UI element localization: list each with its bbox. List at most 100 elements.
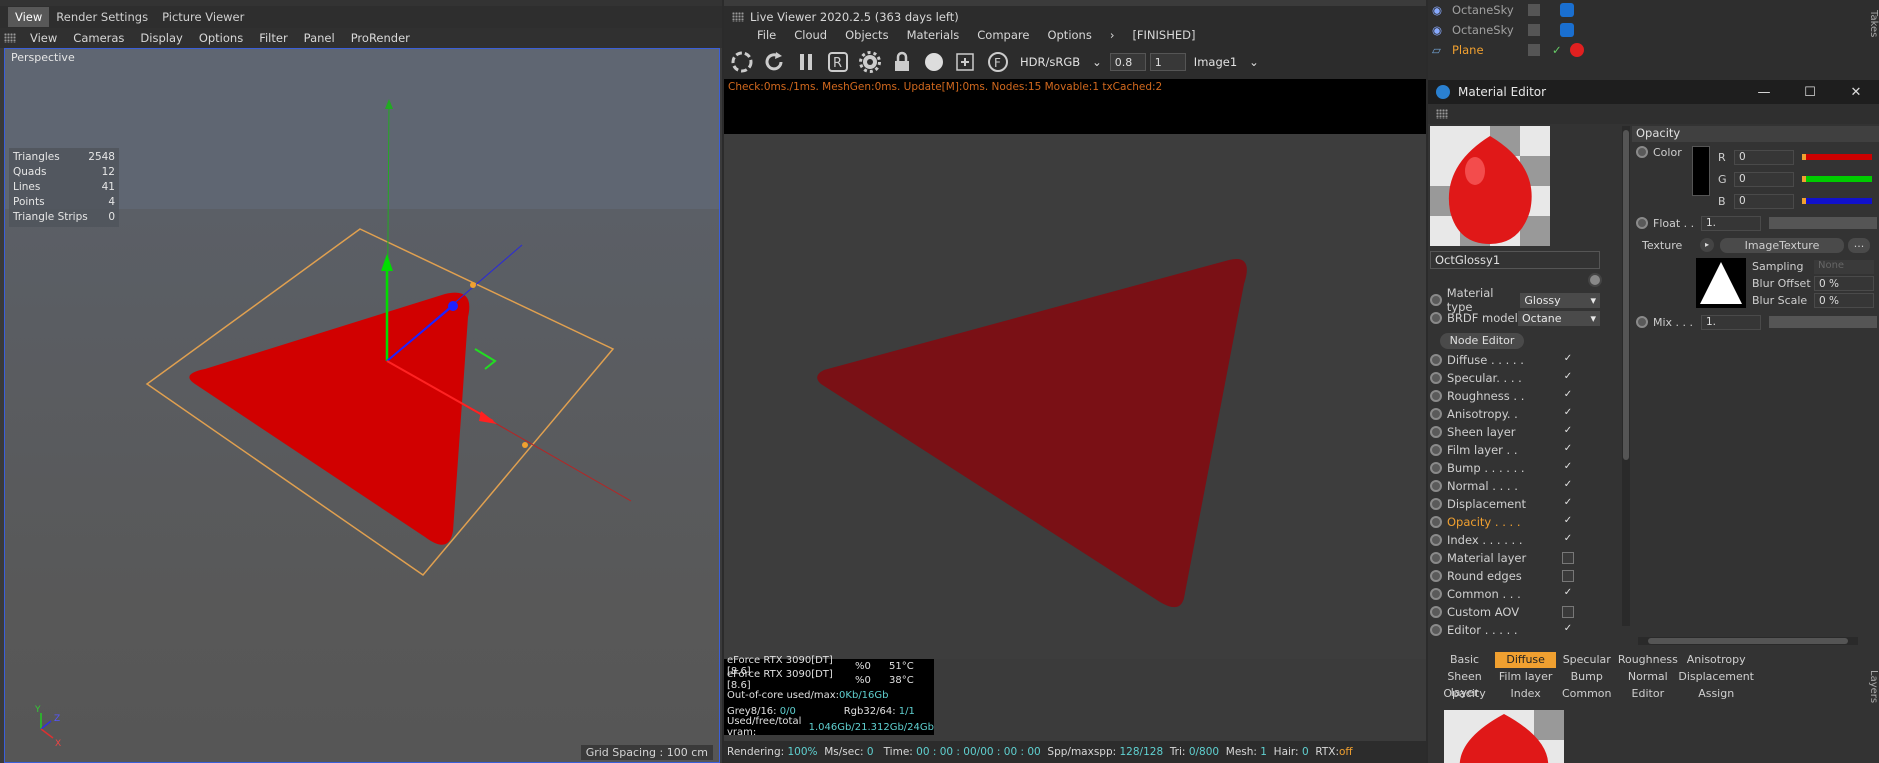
channel-row[interactable]: Bump . . . . . . ✓ xyxy=(1430,459,1608,477)
radio-icon[interactable] xyxy=(1636,217,1648,229)
image-select[interactable]: Image1 xyxy=(1190,55,1241,69)
channel-checkbox[interactable]: ✓ xyxy=(1562,354,1574,366)
menu-options[interactable]: Options xyxy=(1038,28,1100,42)
radio-icon[interactable] xyxy=(1430,624,1442,636)
chevron-down-icon[interactable]: ⌄ xyxy=(1088,55,1106,69)
scrollbar-thumb[interactable] xyxy=(1623,130,1629,460)
g-slider[interactable] xyxy=(1802,176,1872,182)
grip-icon[interactable] xyxy=(4,33,16,43)
menu-cameras[interactable]: Cameras xyxy=(65,31,132,45)
menu-compare[interactable]: Compare xyxy=(968,28,1038,42)
channel-checkbox[interactable]: ✓ xyxy=(1562,444,1574,456)
channel-row[interactable]: Round edges xyxy=(1430,567,1608,585)
horizontal-scrollbar[interactable] xyxy=(1638,637,1858,645)
channel-row[interactable]: Sheen layer ✓ xyxy=(1430,423,1608,441)
chevron-down-icon[interactable]: ⌄ xyxy=(1245,55,1263,69)
float-input[interactable]: 1. xyxy=(1701,215,1761,231)
radio-icon[interactable] xyxy=(1430,294,1442,306)
scrollbar[interactable] xyxy=(1622,126,1630,626)
channel-checkbox[interactable]: ✓ xyxy=(1562,462,1574,474)
channel-checkbox[interactable] xyxy=(1562,606,1574,618)
material-tab[interactable]: Common xyxy=(1556,686,1617,702)
channel-checkbox[interactable]: ✓ xyxy=(1562,498,1574,510)
menu-objects[interactable]: Objects xyxy=(836,28,897,42)
material-tab[interactable]: Anisotropy xyxy=(1678,652,1754,668)
material-tag-icon[interactable] xyxy=(1569,43,1584,57)
color-swatch[interactable] xyxy=(1692,146,1710,196)
menu-panel[interactable]: Panel xyxy=(296,31,343,45)
float-slider[interactable] xyxy=(1769,217,1877,229)
object-row[interactable]: ▱ Plane ✓ xyxy=(1432,40,1852,60)
channel-checkbox[interactable] xyxy=(1562,570,1574,582)
r-input[interactable]: 0 xyxy=(1734,149,1794,165)
sampling-dropdown[interactable]: None xyxy=(1814,259,1874,274)
filter-icon[interactable]: F xyxy=(984,48,1012,76)
mix-input[interactable]: 1. xyxy=(1701,314,1761,330)
node-editor-button[interactable]: Node Editor xyxy=(1440,333,1524,349)
scrollbar-thumb[interactable] xyxy=(1648,638,1848,644)
radio-icon[interactable] xyxy=(1636,316,1648,328)
channel-checkbox[interactable]: ✓ xyxy=(1562,372,1574,384)
channel-row[interactable]: Anisotropy. . ✓ xyxy=(1430,405,1608,423)
object-row[interactable]: ◉ OctaneSky xyxy=(1432,20,1852,40)
channel-row[interactable]: Specular. . . . ✓ xyxy=(1430,369,1608,387)
channel-checkbox[interactable]: ✓ xyxy=(1562,534,1574,546)
blur-scale-input[interactable]: 0 % xyxy=(1814,293,1874,308)
channel-checkbox[interactable]: ✓ xyxy=(1562,426,1574,438)
texture-thumbnail[interactable] xyxy=(1696,258,1746,308)
material-name-field[interactable]: OctGlossy1 xyxy=(1430,251,1600,269)
radio-icon[interactable] xyxy=(1430,372,1442,384)
material-tab[interactable]: Specular xyxy=(1556,652,1617,668)
radio-icon[interactable] xyxy=(1430,480,1442,492)
checkmark-icon[interactable]: ✓ xyxy=(1552,43,1562,57)
lock-icon[interactable] xyxy=(888,48,916,76)
side-tab-takes[interactable]: Takes xyxy=(1863,10,1879,37)
b-slider[interactable] xyxy=(1802,198,1872,204)
menu-cloud[interactable]: Cloud xyxy=(785,28,836,42)
radio-icon[interactable] xyxy=(1430,426,1442,438)
material-tab[interactable]: Bump xyxy=(1556,669,1617,685)
material-type-dropdown[interactable]: Glossy ▾ xyxy=(1520,292,1601,308)
grip-icon[interactable] xyxy=(732,12,744,22)
material-tab[interactable]: Assign xyxy=(1678,686,1754,702)
material-tab[interactable]: Displacement xyxy=(1678,669,1754,685)
maximize-icon[interactable]: ☐ xyxy=(1787,85,1833,100)
channel-row[interactable]: Opacity . . . . ✓ xyxy=(1430,513,1608,531)
b-input[interactable]: 0 xyxy=(1734,193,1794,209)
side-tab-layers[interactable]: Layers xyxy=(1863,670,1879,703)
channel-row[interactable]: Roughness . . ✓ xyxy=(1430,387,1608,405)
channel-checkbox[interactable]: ✓ xyxy=(1562,408,1574,420)
blur-offset-input[interactable]: 0 % xyxy=(1814,276,1874,291)
colorspace-select[interactable]: HDR/sRGB xyxy=(1016,55,1084,69)
radio-icon[interactable] xyxy=(1430,390,1442,402)
tab-render-settings[interactable]: Render Settings xyxy=(49,7,155,27)
menu-materials[interactable]: Materials xyxy=(898,28,969,42)
texture-more-button[interactable]: ... xyxy=(1848,237,1870,253)
radio-icon[interactable] xyxy=(1430,354,1442,366)
material-sphere-icon[interactable] xyxy=(920,48,948,76)
radio-icon[interactable] xyxy=(1430,588,1442,600)
channel-checkbox[interactable]: ✓ xyxy=(1562,480,1574,492)
render-output[interactable] xyxy=(724,134,1426,659)
expand-arrow-icon[interactable]: ▸ xyxy=(1700,238,1714,252)
channel-row[interactable]: Common . . . ✓ xyxy=(1430,585,1608,603)
channel-row[interactable]: Diffuse . . . . . ✓ xyxy=(1430,351,1608,369)
material-tab[interactable]: Basic xyxy=(1434,652,1495,668)
pause-icon[interactable] xyxy=(792,48,820,76)
tab-view[interactable]: View xyxy=(8,7,50,27)
pick-icon[interactable] xyxy=(1588,273,1602,287)
restart-icon[interactable] xyxy=(760,48,788,76)
perspective-viewport[interactable]: Perspective Triangles 2548 Quads 12 Lines 4… xyxy=(4,48,720,763)
expand-arrow-icon[interactable]: › xyxy=(1101,28,1124,42)
material-tab[interactable]: Sheen layer xyxy=(1434,669,1495,699)
g-input[interactable]: 0 xyxy=(1734,171,1794,187)
channel-row[interactable]: Normal . . . . ✓ xyxy=(1430,477,1608,495)
material-tab[interactable]: Index xyxy=(1495,686,1556,702)
radio-icon[interactable] xyxy=(1430,570,1442,582)
radio-icon[interactable] xyxy=(1430,444,1442,456)
channel-row[interactable]: Editor . . . . . ✓ xyxy=(1430,621,1608,639)
radio-icon[interactable] xyxy=(1430,516,1442,528)
grip-icon[interactable] xyxy=(1436,109,1448,119)
channel-row[interactable]: Film layer . . ✓ xyxy=(1430,441,1608,459)
radio-icon[interactable] xyxy=(1430,312,1442,324)
